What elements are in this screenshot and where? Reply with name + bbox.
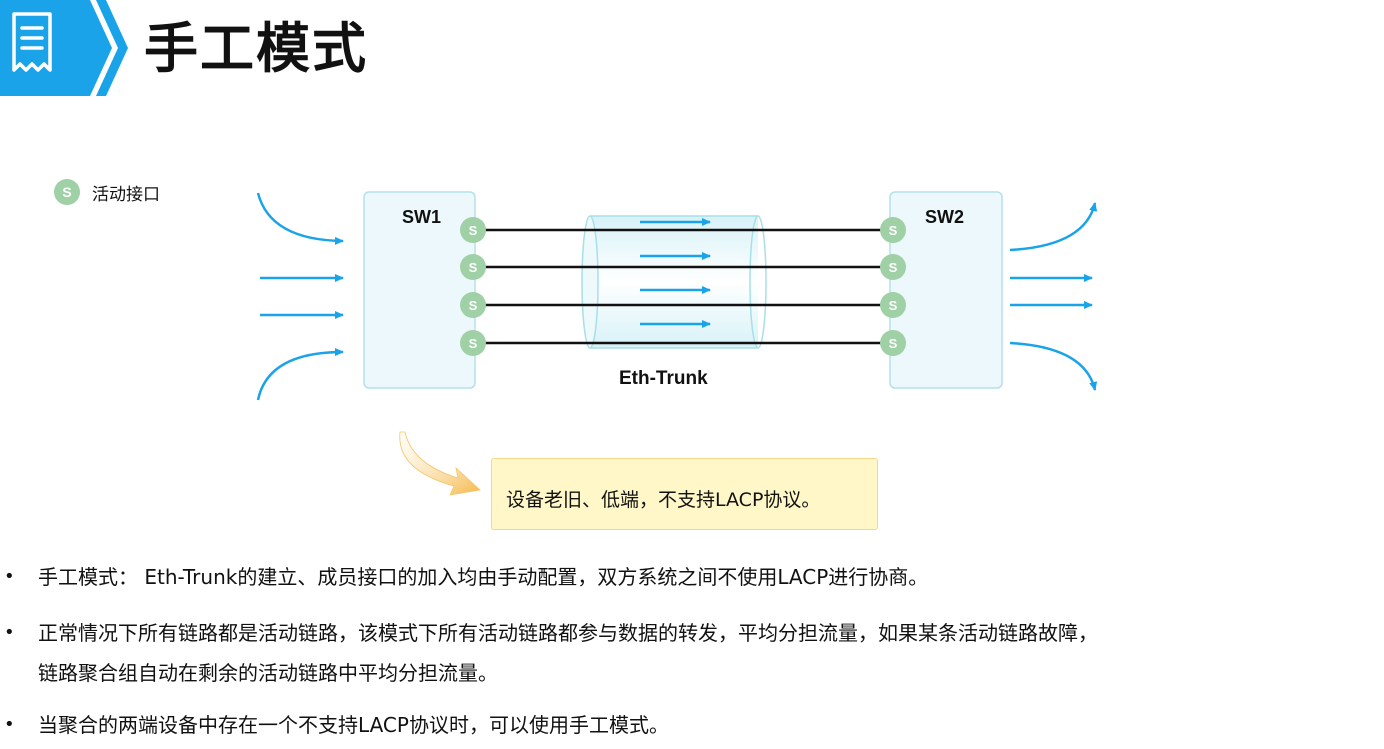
eth-trunk-tube xyxy=(581,215,767,349)
outgoing-traffic-arrows xyxy=(1009,202,1098,391)
sw1-label: SW1 xyxy=(402,207,442,227)
port-label: S xyxy=(469,223,478,238)
port-label: S xyxy=(469,260,478,275)
bullet-text: 正常情况下所有链路都是活动链路，该模式下所有活动链路都参与数据的转发，平均分担流… xyxy=(38,621,1098,645)
port-label: S xyxy=(889,336,898,351)
port-label: S xyxy=(469,336,478,351)
port-label: S xyxy=(889,223,898,238)
callout-arrow xyxy=(399,431,481,496)
bullet-dot: • xyxy=(4,622,15,643)
bullet-dot: • xyxy=(4,714,15,735)
note-box: 设备老旧、低端，不支持LACP协议。 xyxy=(491,458,878,530)
eth-trunk-label: Eth-Trunk xyxy=(619,368,708,389)
port-label: S xyxy=(889,260,898,275)
port-label: S xyxy=(889,298,898,313)
note-text: 设备老旧、低端，不支持LACP协议。 xyxy=(506,489,821,511)
incoming-traffic-arrows xyxy=(256,192,344,401)
bullet-text: 手工模式： Eth-Trunk的建立、成员接口的加入均由手动配置，双方系统之间不… xyxy=(38,565,929,589)
sw2-label: SW2 xyxy=(925,207,965,227)
bullet-text: 当聚合的两端设备中存在一个不支持LACP协议时，可以使用手工模式。 xyxy=(38,713,669,737)
bullet-text: 链路聚合组自动在剩余的活动链路中平均分担流量。 xyxy=(38,661,498,685)
bullet-dot: • xyxy=(4,566,15,587)
port-label: S xyxy=(469,298,478,313)
